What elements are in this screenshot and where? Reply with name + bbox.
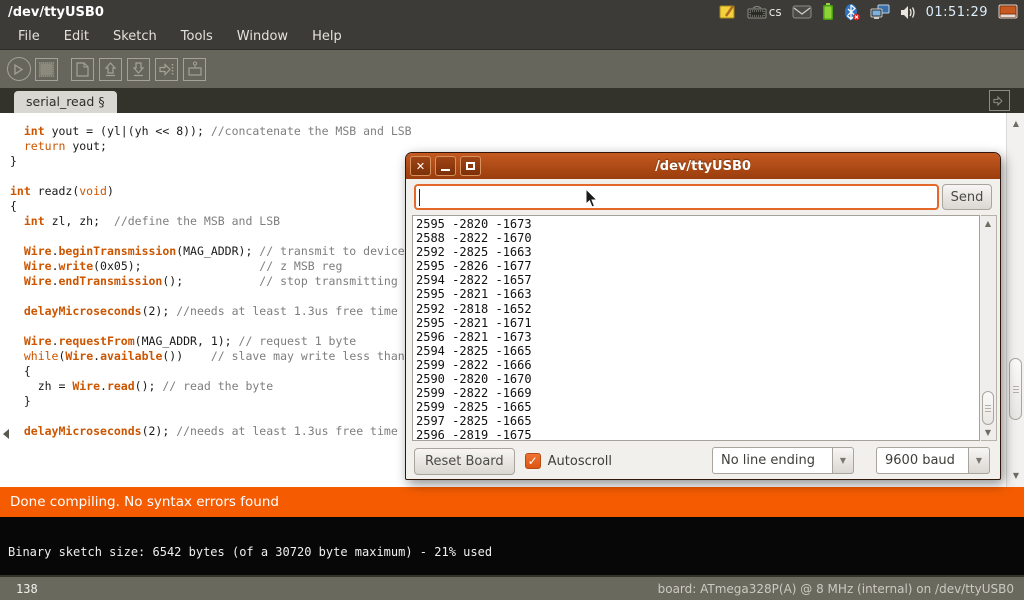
serial-line: 2595 -2821 -1671 bbox=[416, 316, 979, 330]
compile-status-message: Done compiling. No syntax errors found bbox=[10, 494, 279, 510]
scroll-up-icon[interactable]: ▲ bbox=[1007, 119, 1024, 129]
serial-line: 2597 -2825 -1665 bbox=[416, 414, 979, 428]
menu-help[interactable]: Help bbox=[302, 26, 352, 47]
menu-tools[interactable]: Tools bbox=[171, 26, 223, 47]
editor-scroll-thumb[interactable] bbox=[1009, 358, 1022, 420]
new-file-icon bbox=[71, 58, 94, 81]
tab-bar: serial_read § bbox=[0, 88, 1024, 113]
menu-window[interactable]: Window bbox=[227, 26, 298, 47]
serial-monitor-button[interactable] bbox=[182, 57, 207, 82]
serial-line: 2596 -2819 -1675 bbox=[416, 428, 979, 441]
line-ending-select[interactable]: No line ending ▼ bbox=[712, 447, 854, 474]
right-arrow-icon bbox=[155, 58, 178, 81]
serial-output[interactable]: 2595 -2820 -16732588 -2822 -16702592 -28… bbox=[412, 215, 980, 441]
serial-line: 2599 -2822 -1666 bbox=[416, 358, 979, 372]
serial-monitor-toggle-icon[interactable] bbox=[989, 90, 1010, 111]
stop-button[interactable] bbox=[34, 57, 59, 82]
h-scroll-left-arrow[interactable] bbox=[3, 429, 9, 439]
stop-icon bbox=[35, 58, 58, 81]
up-arrow-icon bbox=[99, 58, 122, 81]
board-info: board: ATmega328P(A) @ 8 MHz (internal) … bbox=[658, 582, 1014, 596]
close-icon[interactable]: ✕ bbox=[410, 156, 431, 176]
notes-icon[interactable] bbox=[719, 2, 737, 22]
chevron-down-icon[interactable]: ▼ bbox=[832, 447, 854, 474]
menu-edit[interactable]: Edit bbox=[54, 26, 99, 47]
keyboard-layout-label: cs bbox=[769, 5, 782, 19]
down-arrow-icon bbox=[127, 58, 150, 81]
save-sketch-button[interactable] bbox=[126, 57, 151, 82]
network-icon[interactable] bbox=[870, 2, 890, 22]
line-ending-value: No line ending bbox=[712, 447, 832, 474]
mail-icon[interactable] bbox=[792, 2, 812, 22]
minimize-icon[interactable] bbox=[435, 156, 456, 176]
serial-monitor-icon bbox=[183, 58, 206, 81]
session-icon[interactable] bbox=[998, 2, 1018, 22]
window-title: /dev/ttyUSB0 bbox=[406, 159, 1000, 174]
serial-monitor-controls: Reset Board ✓ Autoscroll No line ending … bbox=[406, 443, 1000, 479]
menu-sketch[interactable]: Sketch bbox=[103, 26, 167, 47]
serial-line: 2599 -2822 -1669 bbox=[416, 386, 979, 400]
mouse-cursor bbox=[585, 188, 599, 209]
menu-bar: FileEditSketchToolsWindowHelp bbox=[0, 24, 1024, 50]
keyboard-layout-icon[interactable]: cs bbox=[747, 2, 782, 22]
serial-line: 2599 -2825 -1665 bbox=[416, 400, 979, 414]
scroll-down-icon[interactable]: ▼ bbox=[981, 428, 995, 438]
tab-serial-read[interactable]: serial_read § bbox=[14, 91, 117, 113]
serial-scrollbar[interactable]: ▲ ▼ bbox=[981, 215, 997, 441]
compile-status-bar: Done compiling. No syntax errors found bbox=[0, 487, 1024, 517]
serial-line: 2590 -2820 -1670 bbox=[416, 372, 979, 386]
menu-file[interactable]: File bbox=[8, 26, 50, 47]
editor-scrollbar[interactable]: ▲ ▼ bbox=[1006, 113, 1024, 487]
serial-line: 2592 -2825 -1663 bbox=[416, 245, 979, 259]
system-tray: cs 01:51:29 bbox=[719, 2, 1024, 22]
reset-board-button[interactable]: Reset Board bbox=[414, 448, 515, 475]
scroll-down-icon[interactable]: ▼ bbox=[1007, 471, 1024, 481]
maximize-icon[interactable] bbox=[460, 156, 481, 176]
autoscroll-label: Autoscroll bbox=[548, 454, 612, 469]
baud-rate-select[interactable]: 9600 baud ▼ bbox=[876, 447, 990, 474]
active-window-title: /dev/ttyUSB0 bbox=[0, 5, 719, 20]
serial-line: 2588 -2822 -1670 bbox=[416, 231, 979, 245]
battery-icon[interactable] bbox=[822, 2, 834, 22]
serial-line: 2592 -2818 -1652 bbox=[416, 302, 979, 316]
volume-icon[interactable] bbox=[900, 2, 916, 22]
window-titlebar[interactable]: /dev/ttyUSB0 ✕ bbox=[406, 153, 1000, 179]
serial-line: 2595 -2821 -1663 bbox=[416, 287, 979, 301]
serial-line: 2595 -2820 -1673 bbox=[416, 217, 979, 231]
send-button[interactable]: Send bbox=[942, 184, 992, 210]
code-line: int yout = (yl|(yh << 8)); //concatenate… bbox=[10, 124, 1006, 139]
scroll-up-icon[interactable]: ▲ bbox=[981, 219, 995, 229]
text-caret bbox=[419, 189, 420, 206]
serial-line: 2594 -2822 -1657 bbox=[416, 273, 979, 287]
serial-line: 2595 -2826 -1677 bbox=[416, 259, 979, 273]
verify-icon bbox=[7, 57, 31, 81]
autoscroll-checkbox[interactable]: ✓ bbox=[525, 453, 541, 469]
clock[interactable]: 01:51:29 bbox=[926, 2, 988, 22]
top-panel: /dev/ttyUSB0 cs 01:5 bbox=[0, 0, 1024, 24]
upload-button[interactable] bbox=[154, 57, 179, 82]
bluetooth-icon[interactable] bbox=[844, 2, 860, 22]
chevron-down-icon[interactable]: ▼ bbox=[968, 447, 990, 474]
verify-button[interactable] bbox=[6, 57, 31, 82]
baud-rate-value: 9600 baud bbox=[876, 447, 968, 474]
serial-scroll-thumb[interactable] bbox=[982, 391, 994, 425]
open-sketch-button[interactable] bbox=[98, 57, 123, 82]
console-text: Binary sketch size: 6542 bytes (of a 307… bbox=[8, 545, 492, 559]
serial-monitor-window: /dev/ttyUSB0 ✕ Send 2595 -2820 -16732588… bbox=[405, 152, 1001, 480]
serial-line: 2596 -2821 -1673 bbox=[416, 330, 979, 344]
serial-input[interactable] bbox=[414, 184, 939, 210]
new-sketch-button[interactable] bbox=[70, 57, 95, 82]
console-output: Binary sketch size: 6542 bytes (of a 307… bbox=[0, 517, 1024, 575]
serial-line: 2594 -2825 -1665 bbox=[416, 344, 979, 358]
ide-toolbar bbox=[0, 50, 1024, 88]
cursor-line-number: 138 bbox=[16, 582, 38, 596]
status-footer: 138 board: ATmega328P(A) @ 8 MHz (intern… bbox=[0, 575, 1024, 600]
